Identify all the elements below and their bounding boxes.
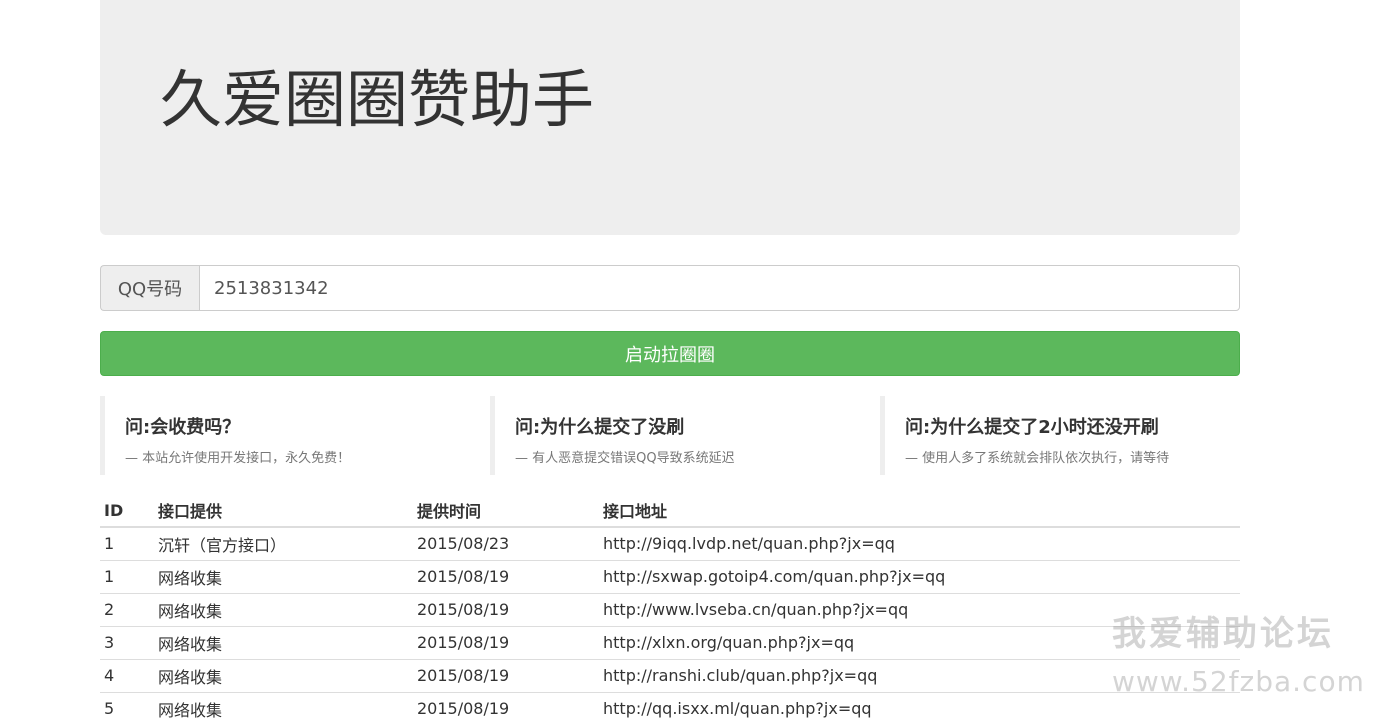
column-header-date: 提供时间: [413, 494, 599, 528]
cell-id: 4: [100, 658, 154, 692]
qq-label: QQ号码: [100, 265, 199, 311]
page-title: 久爱圈圈赞助手: [160, 63, 595, 136]
faq-item: 问:为什么提交了2小时还没开刷 — 使用人多了系统就会排队依次执行，请等待: [880, 396, 1240, 475]
qq-input[interactable]: [199, 265, 1240, 311]
table-row: 5 网络收集 2015/08/19 http://qq.isxx.ml/quan…: [100, 691, 1240, 725]
faq-section: 问:会收费吗？ — 本站允许使用开发接口，永久免费！ 问:为什么提交了没刷 — …: [100, 396, 1240, 476]
api-table: ID 接口提供 提供时间 接口地址 1 沉轩（官方接口） 2015/08/23 …: [100, 494, 1240, 725]
faq-item: 问:为什么提交了没刷 — 有人恶意提交错误QQ导致系统延迟: [490, 396, 880, 475]
table-row: 4 网络收集 2015/08/19 http://ranshi.club/qua…: [100, 658, 1240, 692]
qq-input-group: QQ号码: [100, 265, 1240, 311]
column-header-provider: 接口提供: [154, 494, 413, 528]
cell-date: 2015/08/19: [413, 592, 599, 626]
header-banner: 久爱圈圈赞助手: [100, 0, 1240, 235]
table-row: 3 网络收集 2015/08/19 http://xlxn.org/quan.p…: [100, 625, 1240, 659]
cell-provider: 网络收集: [154, 592, 413, 626]
table-row: 2 网络收集 2015/08/19 http://www.lvseba.cn/q…: [100, 592, 1240, 626]
cell-id: 1: [100, 526, 154, 560]
column-header-id: ID: [100, 494, 154, 528]
cell-url: http://xlxn.org/quan.php?jx=qq: [599, 625, 1240, 659]
cell-date: 2015/08/19: [413, 559, 599, 593]
cell-date: 2015/08/19: [413, 625, 599, 659]
cell-date: 2015/08/19: [413, 658, 599, 692]
cell-url: http://sxwap.gotoip4.com/quan.php?jx=qq: [599, 559, 1240, 593]
faq-question: 问:会收费吗？: [125, 417, 241, 438]
cell-url: http://9iqq.lvdp.net/quan.php?jx=qq: [599, 526, 1240, 560]
faq-question: 问:为什么提交了2小时还没开刷: [905, 417, 1159, 438]
cell-provider: 网络收集: [154, 691, 413, 725]
table-row: 1 沉轩（官方接口） 2015/08/23 http://9iqq.lvdp.n…: [100, 526, 1240, 560]
faq-answer: — 使用人多了系统就会排队依次执行，请等待: [905, 451, 1170, 466]
cell-provider: 沉轩（官方接口）: [154, 526, 413, 560]
cell-url: http://www.lvseba.cn/quan.php?jx=qq: [599, 592, 1240, 626]
cell-id: 1: [100, 559, 154, 593]
cell-provider: 网络收集: [154, 625, 413, 659]
cell-provider: 网络收集: [154, 559, 413, 593]
faq-answer: — 本站允许使用开发接口，永久免费！: [125, 451, 351, 466]
cell-date: 2015/08/23: [413, 526, 599, 560]
column-header-url: 接口地址: [599, 494, 1240, 528]
table-row: 1 网络收集 2015/08/19 http://sxwap.gotoip4.c…: [100, 559, 1240, 593]
cell-provider: 网络收集: [154, 658, 413, 692]
faq-question: 问:为什么提交了没刷: [515, 417, 685, 438]
start-button[interactable]: 启动拉圈圈: [100, 331, 1240, 376]
cell-id: 2: [100, 592, 154, 626]
faq-answer: — 有人恶意提交错误QQ导致系统延迟: [515, 451, 735, 466]
faq-item: 问:会收费吗？ — 本站允许使用开发接口，永久免费！: [100, 396, 490, 475]
cell-url: http://qq.isxx.ml/quan.php?jx=qq: [599, 691, 1240, 725]
cell-date: 2015/08/19: [413, 691, 599, 725]
cell-id: 3: [100, 625, 154, 659]
cell-url: http://ranshi.club/quan.php?jx=qq: [599, 658, 1240, 692]
table-header-row: ID 接口提供 提供时间 接口地址: [100, 494, 1240, 528]
cell-id: 5: [100, 691, 154, 725]
